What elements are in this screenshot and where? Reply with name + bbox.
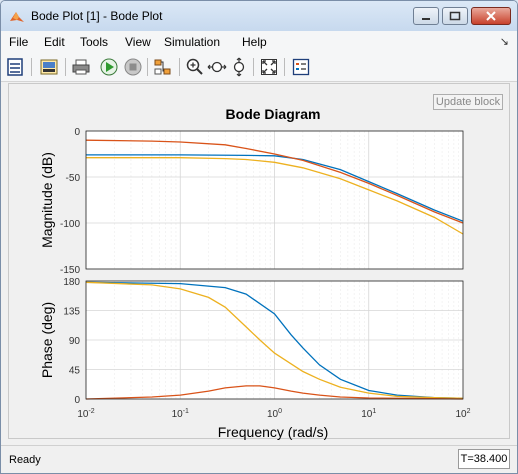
x-axis-label: Frequency (rad/s) <box>218 424 328 440</box>
x-tick-label: 101 <box>361 408 376 420</box>
status-bar: Ready T=38.400 <box>1 445 517 473</box>
phase-ylabel: Phase (deg) <box>39 302 55 378</box>
phase-y-tick-label: 0 <box>74 395 80 406</box>
x-tick-label: 102 <box>455 408 470 420</box>
simulation-time: T=38.400 <box>458 449 510 469</box>
magnitude-y-tick-label: -50 <box>66 173 81 184</box>
magnitude-y-tick-label: 0 <box>74 127 80 138</box>
x-tick-label: 100 <box>267 408 282 420</box>
phase-y-tick-label: 45 <box>69 366 81 377</box>
phase-y-tick-label: 90 <box>69 336 81 347</box>
status-text: Ready <box>9 454 41 466</box>
bode-chart: Bode Diagram 0 -50 -100 -150 Magnitude (dB)… <box>39 106 471 440</box>
magnitude-y-tick-label: -100 <box>60 219 80 230</box>
magnitude-ylabel: Magnitude (dB) <box>39 152 55 248</box>
x-tick-label: 10-2 <box>77 408 94 420</box>
magnitude-y-ticks: 0 -50 -100 -150 <box>60 127 80 276</box>
x-tick-label: 10-1 <box>172 408 189 420</box>
magnitude-y-tick-label: -150 <box>60 265 80 276</box>
phase-y-ticks: 180 135 90 45 0 <box>63 277 80 406</box>
x-ticks: 10-2 10-1 100 101 102 <box>77 408 470 420</box>
phase-y-tick-label: 135 <box>63 307 80 318</box>
chart-title: Bode Diagram <box>226 106 321 122</box>
bode-plot-window: Bode Plot [1] - Bode Plot File Edit Tool… <box>0 0 518 474</box>
phase-y-tick-label: 180 <box>63 277 80 288</box>
